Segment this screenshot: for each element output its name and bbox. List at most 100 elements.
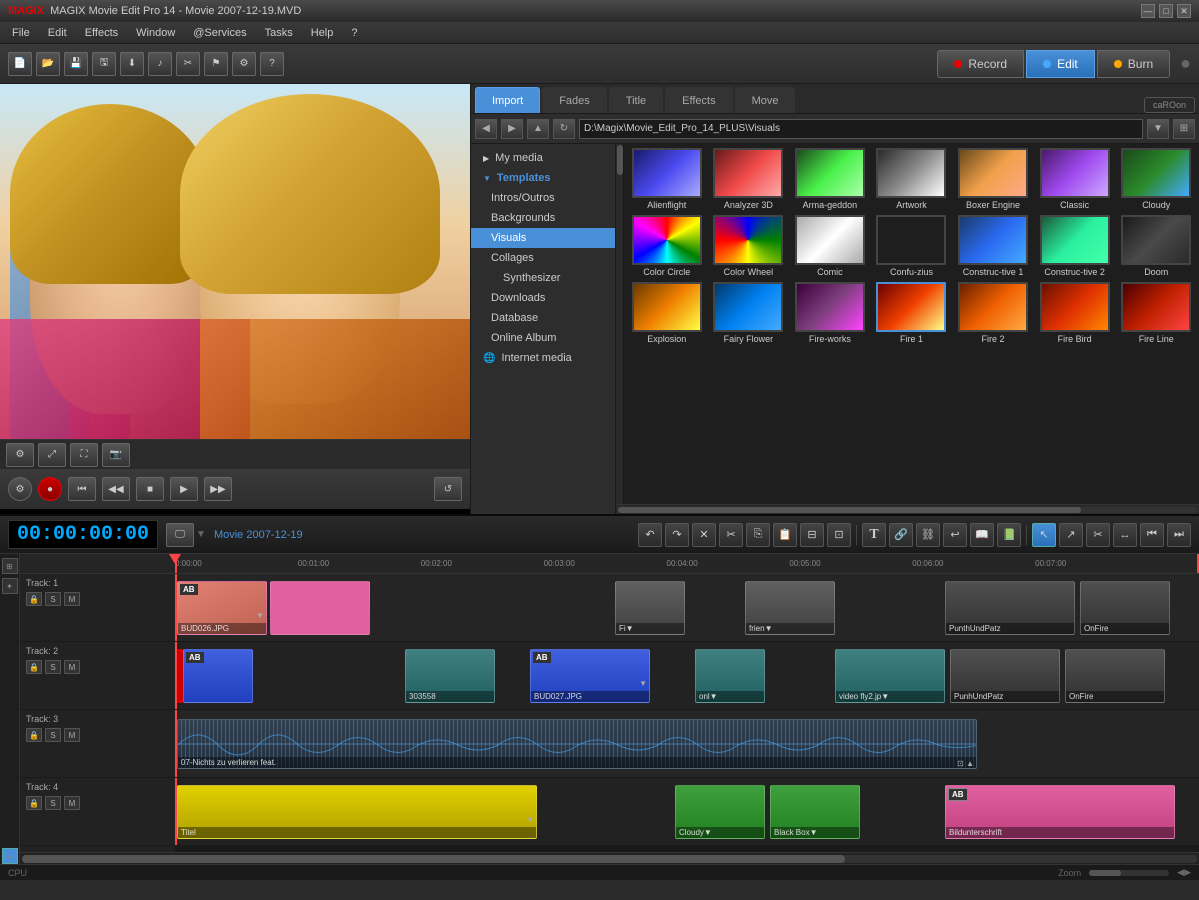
forward-button[interactable]: ▶ [501,119,523,139]
track-4-lock[interactable]: 🔒 [26,796,42,810]
track-4-mute[interactable]: M [64,796,80,810]
track-2-mute[interactable]: M [64,660,80,674]
cartoon-tab[interactable]: caROon [1144,97,1195,113]
razor-tool-button[interactable]: ✂ [1086,523,1110,547]
maximize-button[interactable]: □ [1159,4,1173,18]
timeline-hscroll-thumb[interactable] [22,855,845,863]
clip-fi[interactable]: Fi▼ [615,581,685,635]
preview-gear-icon[interactable]: ⚙ [8,477,32,501]
hscroll-thumb[interactable] [618,507,1081,513]
tab-effects[interactable]: Effects [665,87,732,113]
clip-audio[interactable]: 07-Nichts zu verlieren feat. ⊡ ▲ [177,719,977,769]
clip-303558[interactable]: 303558 [405,649,495,703]
nav-internet-media[interactable]: 🌐 Internet media [471,348,615,368]
menu-help[interactable]: Help [303,25,342,41]
media-item-comic[interactable]: Comic [791,215,869,278]
scrollbar-thumb[interactable] [617,145,623,175]
timecode-arrow[interactable]: ▼ [196,529,206,540]
window-controls[interactable]: — □ ✕ [1141,4,1191,18]
link-button[interactable]: 🔗 [889,523,913,547]
track-1-mute[interactable]: M [64,592,80,606]
copy-button[interactable]: ⎘ [746,523,770,547]
menu-services[interactable]: @Services [185,25,254,41]
undo-button[interactable]: ↶ [638,523,662,547]
tab-title[interactable]: Title [609,87,663,113]
tab-import[interactable]: Import [475,87,540,113]
media-item-fire-line[interactable]: Fire Line [1117,282,1195,345]
clip-videofly[interactable]: video fly2.jp▼ [835,649,945,703]
split-button[interactable]: ⊟ [800,523,824,547]
media-item-boxer-engine[interactable]: Boxer Engine [954,148,1032,211]
track-3-mute[interactable]: M [64,728,80,742]
media-item-fire-works[interactable]: Fire-works [791,282,869,345]
preview-zoom-icon[interactable]: ⤢ [38,443,66,467]
skip-start-button[interactable]: ⏮ [68,477,96,501]
track-1-lock[interactable]: 🔒 [26,592,42,606]
chapter2-button[interactable]: 📗 [997,523,1021,547]
media-item-fire-1[interactable]: Fire 1 [873,282,951,345]
grid-scrollbar[interactable] [616,144,624,504]
clip-onl[interactable]: onl▼ [695,649,765,703]
magnet-icon[interactable]: ✦ [2,578,18,594]
address-dropdown[interactable]: ▼ [1147,119,1169,139]
skip-end-tl-button[interactable]: ⏭ [1167,523,1191,547]
menu-edit[interactable]: Edit [40,25,75,41]
nav-database[interactable]: Database [471,308,615,328]
unlink-button[interactable]: ⛓ [916,523,940,547]
clip-onfire-2[interactable]: OnFire [1065,649,1165,703]
media-item-fire-bird[interactable]: Fire Bird [1036,282,1114,345]
tab-fades[interactable]: Fades [542,87,607,113]
nav-my-media[interactable]: ▶ My media [471,148,615,168]
minimize-button[interactable]: — [1141,4,1155,18]
nav-synthesizer[interactable]: Synthesizer [471,268,615,288]
timeline-hscrollbar[interactable] [20,852,1199,864]
loop-button[interactable]: ↺ [434,477,462,501]
audio-icon[interactable]: ♪ [148,52,172,76]
media-item-color-circle[interactable]: Color Circle [628,215,706,278]
title-button[interactable]: T [862,523,886,547]
track-3-lock[interactable]: 🔒 [26,728,42,742]
nav-downloads[interactable]: Downloads [471,288,615,308]
address-bar[interactable]: D:\Magix\Movie_Edit_Pro_14_PLUS\Visuals [579,119,1143,139]
zoom-arrows[interactable]: ◀▶ [1177,867,1191,878]
snap-icon[interactable]: ⊞ [2,558,18,574]
nav-collages[interactable]: Collages [471,248,615,268]
pointer-tool-button[interactable]: ↗ [1059,523,1083,547]
monitor-icon[interactable]: 🖵 [166,523,194,547]
burn-button[interactable]: Burn [1097,50,1170,78]
clip-cloudy[interactable]: Cloudy▼ [675,785,765,839]
clip-blackbox[interactable]: Black Box▼ [770,785,860,839]
media-item-artwork[interactable]: Artwork [873,148,951,211]
preview-fullscreen-icon[interactable]: ⛶ [70,443,98,467]
media-item-classic[interactable]: Classic [1036,148,1114,211]
back-button[interactable]: ↩ [943,523,967,547]
track-2-solo[interactable]: S [45,660,61,674]
preview-record-button[interactable]: ● [38,477,62,501]
paste-button[interactable]: 📋 [773,523,797,547]
close-button[interactable]: ✕ [1177,4,1191,18]
clip-pink-1[interactable] [270,581,370,635]
up-button[interactable]: ▲ [527,119,549,139]
import-icon[interactable]: ⬇ [120,52,144,76]
trim-icon[interactable]: ✂ [176,52,200,76]
menu-extra[interactable]: ? [343,25,365,41]
menu-window[interactable]: Window [128,25,183,41]
fast-forward-button[interactable]: ▶▶ [204,477,232,501]
skip-start-tl-button[interactable]: ⏮ [1140,523,1164,547]
zoom-slider-track[interactable] [1089,870,1169,876]
media-item-explosion[interactable]: Explosion [628,282,706,345]
nav-online-album[interactable]: Online Album [471,328,615,348]
media-item-construc-tive-2[interactable]: Construc-tive 2 [1036,215,1114,278]
media-item-fairy-flower[interactable]: Fairy Flower [710,282,788,345]
zoom-slider-thumb[interactable] [1089,870,1121,876]
nav-templates[interactable]: ▼ Templates [471,168,615,188]
media-item-analyzer-3d[interactable]: Analyzer 3D [710,148,788,211]
back-button[interactable]: ◀ [475,119,497,139]
nav-backgrounds[interactable]: Backgrounds [471,208,615,228]
track-1-solo[interactable]: S [45,592,61,606]
tab-move[interactable]: Move [735,87,796,113]
save-project-icon[interactable]: 🖫 [92,52,116,76]
clip-bildunter[interactable]: AB Bildunterschrift [945,785,1175,839]
media-item-doom[interactable]: Doom [1117,215,1195,278]
rewind-button[interactable]: ◀◀ [102,477,130,501]
